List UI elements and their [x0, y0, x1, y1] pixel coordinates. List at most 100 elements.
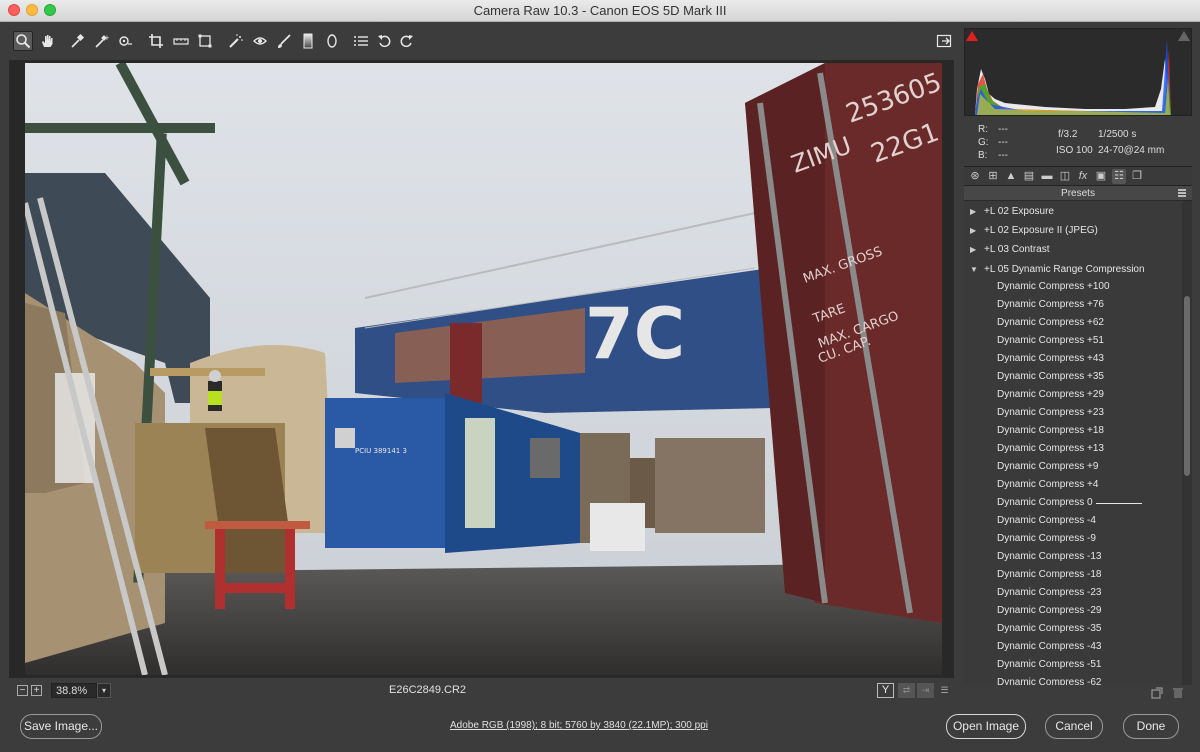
preset-item[interactable]: Dynamic Compress -62: [964, 674, 1182, 685]
preset-item[interactable]: Dynamic Compress -9: [964, 530, 1182, 548]
presets-menu-button[interactable]: [1178, 189, 1186, 197]
preview-preferences-button[interactable]: ☰: [936, 683, 953, 698]
scrollbar-thumb[interactable]: [1184, 296, 1190, 476]
tab-lens-corrections[interactable]: ◫: [1058, 169, 1072, 184]
preset-item-label: Dynamic Compress +100: [997, 281, 1110, 292]
preset-group-label: +L 05 Dynamic Range Compression: [984, 264, 1145, 275]
rotate-left-button[interactable]: [375, 31, 395, 51]
new-preset-icon[interactable]: [1151, 687, 1163, 699]
zoom-in-button[interactable]: +: [31, 685, 42, 696]
tab-snapshots[interactable]: ❐: [1130, 169, 1144, 184]
presets-title: Presets: [1061, 188, 1095, 199]
tab-effects[interactable]: fx: [1076, 169, 1090, 184]
straighten-tool-button[interactable]: [171, 31, 191, 51]
preset-item[interactable]: Dynamic Compress +100: [964, 278, 1182, 296]
preset-group[interactable]: ▶ +L 03 Contrast: [964, 240, 1182, 259]
tab-hsl[interactable]: ▤: [1022, 169, 1036, 184]
preset-item[interactable]: Dynamic Compress +18: [964, 422, 1182, 440]
spot-removal-tool-button[interactable]: [226, 31, 246, 51]
preset-group[interactable]: ▶ +L 02 Exposure II (JPEG): [964, 221, 1182, 240]
preset-item[interactable]: Dynamic Compress -51: [964, 656, 1182, 674]
preset-item[interactable]: Dynamic Compress +4: [964, 476, 1182, 494]
zoom-level-field[interactable]: 38.8%: [51, 683, 97, 698]
preset-item[interactable]: Dynamic Compress -29: [964, 602, 1182, 620]
histogram: [964, 28, 1192, 116]
tab-split-toning[interactable]: ▬: [1040, 169, 1054, 184]
preset-item[interactable]: Dynamic Compress -18: [964, 566, 1182, 584]
preset-group[interactable]: ▶ +L 02 Exposure: [964, 202, 1182, 221]
white-balance-tool-button[interactable]: [67, 31, 87, 51]
transform-tool-button[interactable]: [195, 31, 215, 51]
preferences-button[interactable]: [351, 31, 371, 51]
svg-text:+: +: [104, 34, 109, 42]
basic-icon: ⊛: [970, 170, 980, 182]
preset-item-label: Dynamic Compress -9: [997, 533, 1096, 544]
hand-tool-button[interactable]: [37, 31, 57, 51]
color-sampler-tool-button[interactable]: +: [91, 31, 111, 51]
preset-item-label: Dynamic Compress -4: [997, 515, 1096, 526]
tab-camera-calibration[interactable]: ▣: [1094, 169, 1108, 184]
tab-detail[interactable]: ▲: [1004, 169, 1018, 184]
graduated-filter-icon: [303, 33, 313, 49]
zoom-dropdown[interactable]: ▾: [97, 683, 111, 698]
tab-presets[interactable]: ☷: [1112, 169, 1126, 184]
fullscreen-toggle-button[interactable]: [934, 31, 954, 51]
preset-item-label: Dynamic Compress +43: [997, 353, 1104, 364]
photo-preview[interactable]: 7C PCIU 389141 3 ZIMU 253605 22G1 MAX. G…: [25, 63, 942, 675]
disclosure-right-icon: ▶: [970, 245, 977, 254]
tab-tone-curve[interactable]: ⊞: [986, 169, 1000, 184]
lens-value: 24-70@24 mm: [1098, 145, 1165, 156]
preset-item[interactable]: Dynamic Compress -13: [964, 548, 1182, 566]
before-after-swap-button[interactable]: ⇄: [898, 683, 915, 698]
preset-item[interactable]: Dynamic Compress +9: [964, 458, 1182, 476]
view-mode-toggle[interactable]: Y: [877, 683, 894, 698]
preset-item[interactable]: Dynamic Compress -23: [964, 584, 1182, 602]
highlight-clipping-warning[interactable]: [1178, 30, 1190, 41]
preset-item-label: Dynamic Compress +9: [997, 461, 1099, 472]
aperture-value: f/3.2: [1058, 129, 1078, 140]
preset-item-hovered[interactable]: Dynamic Compress 0: [964, 494, 1182, 512]
tab-basic[interactable]: ⊛: [968, 169, 982, 184]
copy-settings-button[interactable]: ⇥: [917, 683, 934, 698]
preset-item-label: Dynamic Compress +13: [997, 443, 1104, 454]
preset-item[interactable]: Dynamic Compress +43: [964, 350, 1182, 368]
preset-item[interactable]: Dynamic Compress -35: [964, 620, 1182, 638]
workflow-options-link[interactable]: Adobe RGB (1998); 8 bit; 5760 by 3840 (2…: [450, 720, 708, 731]
preset-item[interactable]: Dynamic Compress +51: [964, 332, 1182, 350]
disclosure-right-icon: ▶: [970, 226, 977, 235]
red-eye-tool-button[interactable]: [250, 31, 270, 51]
preset-item[interactable]: Dynamic Compress +35: [964, 368, 1182, 386]
preset-item[interactable]: Dynamic Compress +13: [964, 440, 1182, 458]
preset-item[interactable]: Dynamic Compress -43: [964, 638, 1182, 656]
graduated-filter-tool-button[interactable]: [298, 31, 318, 51]
shadow-clip-icon: [966, 31, 978, 41]
crop-tool-button[interactable]: [146, 31, 166, 51]
adjustment-brush-tool-button[interactable]: [274, 31, 294, 51]
preset-item-label: Dynamic Compress +29: [997, 389, 1104, 400]
preset-item[interactable]: Dynamic Compress +62: [964, 314, 1182, 332]
done-button[interactable]: Done: [1123, 714, 1179, 739]
preset-item[interactable]: Dynamic Compress -4: [964, 512, 1182, 530]
preset-item[interactable]: Dynamic Compress +29: [964, 386, 1182, 404]
shadow-clipping-warning[interactable]: [966, 30, 978, 41]
radial-filter-tool-button[interactable]: [322, 31, 342, 51]
zoom-out-button[interactable]: −: [17, 685, 28, 696]
preset-group[interactable]: ▼ +L 05 Dynamic Range Compression: [964, 260, 1182, 279]
targeted-adjustment-tool-button[interactable]: [115, 31, 135, 51]
preset-item[interactable]: Dynamic Compress +76: [964, 296, 1182, 314]
preset-item[interactable]: Dynamic Compress +23: [964, 404, 1182, 422]
rotate-right-button[interactable]: [396, 31, 416, 51]
preset-item-label: Dynamic Compress -51: [997, 659, 1102, 670]
cancel-button[interactable]: Cancel: [1045, 714, 1103, 739]
split-toning-icon: ▬: [1041, 170, 1053, 182]
svg-text:7C: 7C: [585, 293, 685, 375]
save-image-button[interactable]: Save Image...: [20, 714, 102, 739]
delete-preset-icon[interactable]: [1172, 687, 1184, 699]
copy-icon: ⇥: [921, 685, 930, 695]
sliders-icon: ☰: [940, 685, 949, 695]
open-image-button[interactable]: Open Image: [946, 714, 1026, 739]
preset-item-label: Dynamic Compress +35: [997, 371, 1104, 382]
presets-scrollbar[interactable]: [1182, 201, 1192, 685]
zoom-icon: [16, 34, 31, 49]
zoom-tool-button[interactable]: [13, 31, 33, 51]
